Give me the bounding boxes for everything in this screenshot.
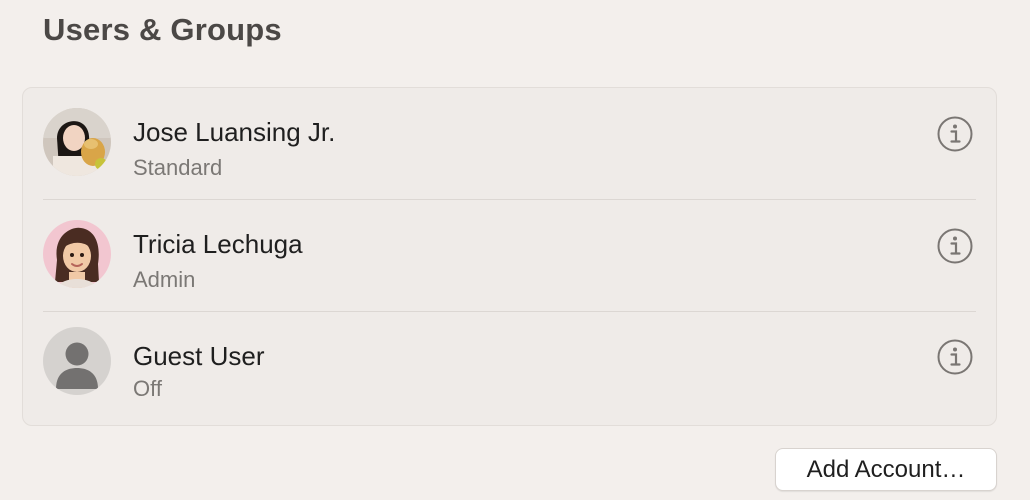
user-name: Jose Luansing Jr. — [133, 117, 336, 147]
info-icon[interactable] — [937, 116, 973, 152]
guest-silhouette-icon — [43, 327, 111, 395]
add-account-button[interactable]: Add Account… — [775, 448, 997, 491]
user-row-guest[interactable]: Guest User Off — [23, 312, 996, 424]
memoji-avatar-icon — [43, 220, 111, 288]
user-row-jose[interactable]: Jose Luansing Jr. Standard — [23, 88, 996, 200]
page-title: Users & Groups — [43, 12, 282, 47]
user-role: Off — [133, 376, 162, 401]
user-name: Guest User — [133, 341, 265, 371]
info-icon[interactable] — [937, 228, 973, 264]
info-icon[interactable] — [937, 339, 973, 375]
user-row-tricia[interactable]: Tricia Lechuga Admin — [23, 200, 996, 312]
user-role: Admin — [133, 267, 196, 292]
photo-avatar-icon — [43, 108, 111, 176]
users-list-panel: Jose Luansing Jr. Standard Tricia Lechug… — [22, 87, 997, 426]
user-role: Standard — [133, 155, 223, 180]
user-name: Tricia Lechuga — [133, 229, 303, 259]
